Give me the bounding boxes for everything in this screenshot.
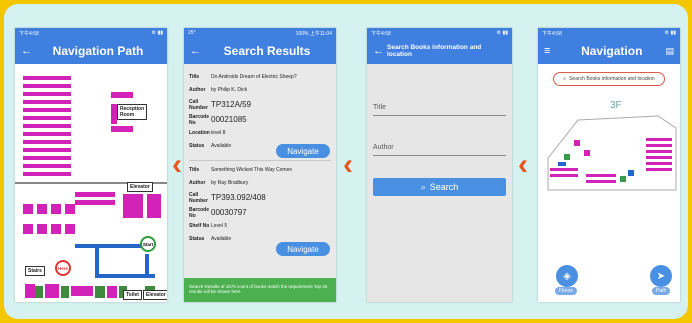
status-time: 下午4:58	[371, 30, 391, 37]
map-label-reception: Reception Room	[117, 104, 147, 120]
author-field-label[interactable]: Author	[373, 144, 506, 151]
book-author: by Ray Bradbury	[211, 179, 249, 186]
back-arrow-icon[interactable]: ←	[21, 45, 35, 57]
status-icons: ⚙ ▮▮	[664, 30, 676, 36]
app-bar: ← Search Results	[184, 38, 336, 64]
status-time: 下午4:58	[542, 30, 562, 37]
result-row: Call Number TP393.092/408	[184, 189, 336, 206]
key-call: Call Number	[189, 98, 208, 111]
phone-navigation-home: 下午4:58 ⚙ ▮▮ ≡ Navigation ▤ ⌕ Search Book…	[538, 28, 680, 302]
search-form: Title Author ⌕ Search	[367, 64, 512, 302]
app-bar: ← Navigation Path	[15, 38, 167, 64]
page-title: Search Results	[223, 44, 311, 58]
book-call-number: TP393.092/408	[211, 193, 266, 202]
key-barcode: Barcode No	[189, 206, 210, 219]
page-title: Navigation Path	[52, 44, 144, 58]
key-shelf: Shelf No	[189, 222, 210, 229]
flow-arrow-icon: ‹	[518, 148, 528, 181]
page-title: Search Books information and location	[387, 44, 482, 58]
map-label-elevator-2: Elevator	[143, 290, 167, 300]
menu-icon[interactable]: ≡	[544, 45, 558, 57]
book-barcode: 00030797	[211, 208, 247, 217]
status-left: 25°	[188, 30, 196, 36]
status-icons: ⚙ ▮▮	[151, 30, 163, 36]
book-call-number: TP312A/59	[211, 100, 252, 109]
result-row: Title Do Androids Dream of Electric Sheep…	[184, 70, 336, 83]
search-icon: ⌕	[420, 181, 426, 192]
key-author: Author	[189, 86, 206, 93]
result-row: Location level 8	[184, 126, 336, 139]
book-status: Available	[211, 142, 232, 149]
key-call: Call Number	[189, 191, 208, 204]
key-barcode: Barcode No	[189, 113, 210, 126]
book-shelf: Level 5	[211, 222, 228, 229]
title-field-line	[373, 115, 506, 116]
result-row: Shelf No Level 5	[184, 219, 336, 232]
result-row: Barcode No 00021085	[184, 113, 336, 126]
results-list: Title Do Androids Dream of Electric Sheep…	[184, 64, 336, 302]
flow-arrow-icon: ‹	[172, 148, 182, 181]
status-bar: 下午4:58 ⚙ ▮▮	[538, 28, 680, 38]
app-bar: ≡ Navigation ▤	[538, 38, 680, 64]
author-field-line	[373, 155, 506, 156]
navigation-arrow-icon: ➤	[656, 270, 666, 282]
status-right: 100% 上午11:04	[295, 30, 332, 37]
back-arrow-icon[interactable]: ←	[190, 45, 204, 57]
key-title: Title	[189, 166, 200, 173]
start-marker: Start	[140, 236, 156, 252]
here-marker: Here	[55, 260, 71, 276]
floors-button[interactable]: ◈	[556, 265, 578, 287]
path-label: Path	[652, 287, 671, 295]
page-title: Navigation	[581, 44, 643, 58]
search-input[interactable]: ⌕ Search Books information and location	[553, 72, 665, 86]
key-author: Author	[189, 179, 206, 186]
floor-map[interactable]: 3F	[538, 98, 680, 208]
document-icon[interactable]: ▤	[665, 46, 674, 57]
search-icon: ⌕	[563, 76, 567, 82]
book-barcode: 00021085	[211, 115, 247, 124]
map-label-elevator: Elevator	[127, 182, 153, 192]
result-row: Author by Philip K. Dick	[184, 83, 336, 96]
phone-search-form: 下午4:58 ⚙ ▮▮ ← Search Books information a…	[367, 28, 512, 302]
navigate-button[interactable]: Navigate	[276, 144, 330, 158]
key-location: Location	[189, 129, 210, 136]
flow-arrow-icon: ‹	[343, 148, 353, 181]
app-bar: ← Search Books information and location	[367, 38, 512, 64]
result-row: Title Something Wicked This Way Comes	[184, 163, 336, 176]
key-status: Status	[189, 235, 205, 242]
search-button-label: Search	[429, 182, 459, 192]
status-time: 下午4:58	[19, 30, 39, 37]
divider	[189, 160, 331, 161]
result-row: Author by Ray Bradbury	[184, 176, 336, 189]
floor-label: 3F	[610, 100, 622, 111]
key-title: Title	[189, 73, 200, 80]
results-count-banner: Search Results of 1575 count of books ma…	[184, 278, 336, 302]
map-label-stairs: Stairs	[25, 266, 45, 276]
floor-map[interactable]: Reception Room Elevator Stairs Here Star…	[15, 64, 167, 302]
floors-label: Floors	[555, 287, 577, 295]
result-row: Barcode No 00030797	[184, 206, 336, 219]
navigate-button[interactable]: Navigate	[276, 242, 330, 256]
floor-map-svg	[547, 115, 677, 191]
status-icons: ⚙ ▮▮	[496, 30, 508, 36]
status-bar: 下午4:58 ⚙ ▮▮	[367, 28, 512, 38]
path-button[interactable]: ➤	[650, 265, 672, 287]
back-arrow-icon[interactable]: ←	[373, 45, 387, 57]
search-button[interactable]: ⌕ Search	[373, 178, 506, 196]
search-placeholder: Search Books information and location	[569, 76, 655, 82]
layers-icon: ◈	[563, 270, 571, 282]
key-status: Status	[189, 142, 205, 149]
book-status: Available	[211, 235, 232, 242]
title-field-label[interactable]: Title	[373, 104, 506, 111]
map-label-toilet: Toilet	[123, 290, 142, 300]
book-title: Do Androids Dream of Electric Sheep?	[211, 73, 297, 80]
phone-search-results: 25° 100% 上午11:04 ← Search Results Title D…	[184, 28, 336, 302]
status-bar: 下午4:58 ⚙ ▮▮	[15, 28, 167, 38]
book-location: level 8	[211, 129, 226, 136]
book-title: Something Wicked This Way Comes	[211, 166, 292, 173]
book-author: by Philip K. Dick	[211, 86, 248, 93]
status-bar: 25° 100% 上午11:04	[184, 28, 336, 38]
phone-navigation-path: 下午4:58 ⚙ ▮▮ ← Navigation Path Reception …	[15, 28, 167, 302]
result-row: Call Number TP312A/59	[184, 96, 336, 113]
